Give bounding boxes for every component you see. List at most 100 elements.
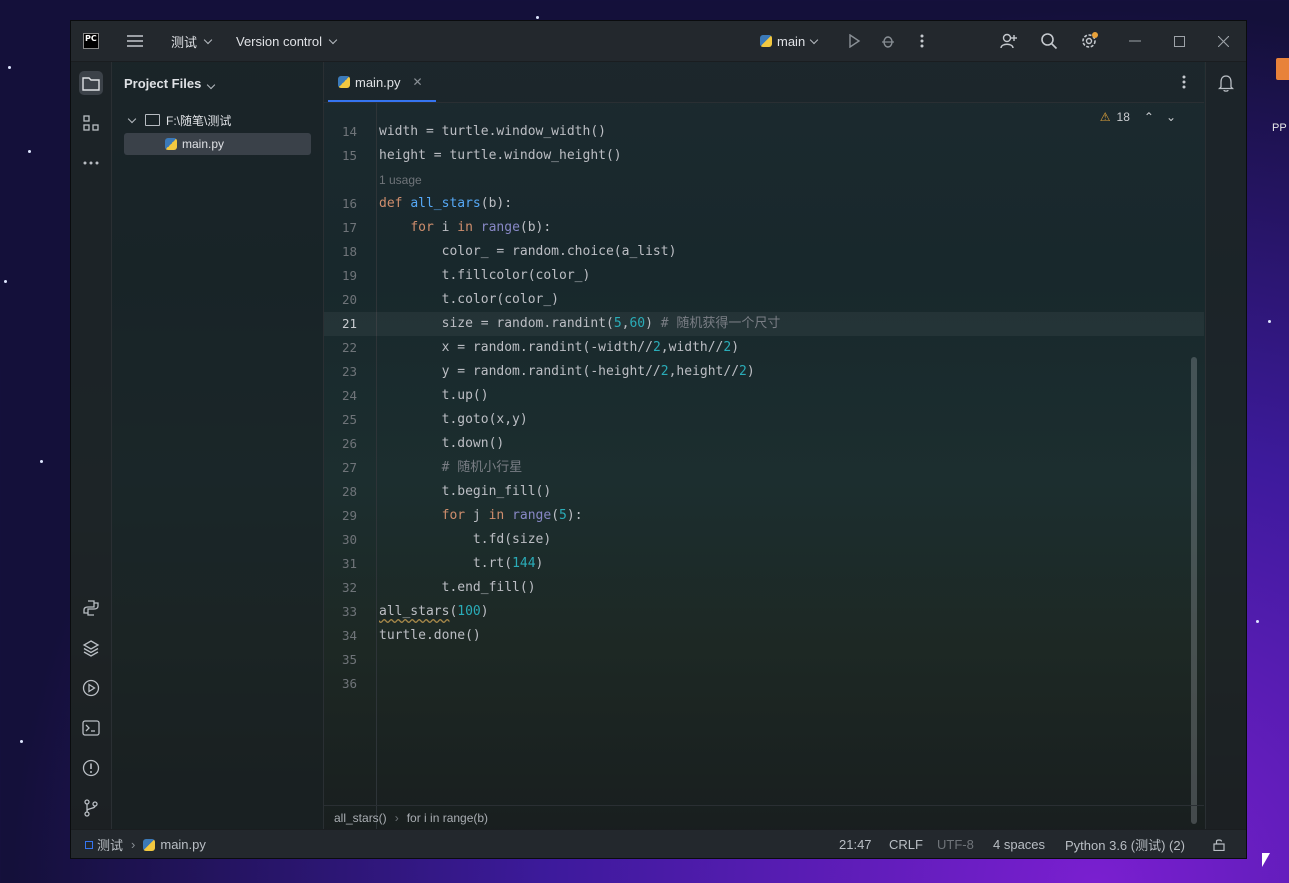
code-text: t.rt(144) — [379, 556, 544, 571]
problems-icon[interactable] — [79, 756, 103, 780]
minimize-icon[interactable] — [1123, 29, 1147, 53]
run-icon[interactable] — [842, 29, 866, 53]
indent-setting[interactable]: 4 spaces — [993, 830, 1045, 858]
breadcrumb-item[interactable]: for i in range(b) — [407, 811, 488, 825]
mouse-cursor-icon — [1262, 853, 1270, 867]
run-config-selector[interactable]: main — [760, 21, 819, 61]
code-line[interactable]: 20 t.color(color_) — [324, 288, 1204, 312]
code-line[interactable]: 36 — [324, 672, 1204, 696]
code-line[interactable]: 18 color_ = random.choice(a_list) — [324, 240, 1204, 264]
code-text: all_stars(100) — [379, 604, 489, 619]
code-line[interactable]: 15 height = turtle.window_height() — [324, 144, 1204, 168]
code-line[interactable]: 31 t.rt(144) — [324, 552, 1204, 576]
desktop-star — [536, 16, 539, 19]
code-line[interactable]: 19 t.fillcolor(color_) — [324, 264, 1204, 288]
code-line[interactable]: 21 size = random.randint(5,60) # 随机获得一个尺… — [324, 312, 1204, 336]
close-icon[interactable] — [1211, 29, 1235, 53]
code-text: t.color(color_) — [379, 292, 560, 307]
code-line[interactable]: 26 t.down() — [324, 432, 1204, 456]
close-tab-icon[interactable]: ✕ — [413, 75, 423, 89]
more-actions-icon[interactable] — [910, 29, 934, 53]
code-text: t.down() — [379, 436, 505, 451]
project-panel: Project Files F:\随笔\测试 main.py — [112, 62, 324, 829]
project-folder-icon[interactable] — [79, 71, 103, 95]
lock-icon[interactable] — [1213, 830, 1225, 858]
maximize-icon[interactable] — [1167, 29, 1191, 53]
line-separator[interactable]: CRLF — [889, 830, 923, 858]
structure-icon[interactable] — [79, 111, 103, 135]
code-line[interactable]: 35 — [324, 648, 1204, 672]
pycharm-logo-icon[interactable]: PC — [83, 33, 99, 49]
status-breadcrumb[interactable]: 测试 › main.py — [85, 830, 206, 858]
code-line[interactable]: 33 all_stars(100) — [324, 600, 1204, 624]
caret-position[interactable]: 21:47 — [839, 830, 872, 858]
python-packages-icon[interactable] — [79, 636, 103, 660]
code-line[interactable]: 27 # 随机小行星 — [324, 456, 1204, 480]
code-line[interactable]: 22 x = random.randint(-width//2,width//2… — [324, 336, 1204, 360]
terminal-icon[interactable] — [79, 716, 103, 740]
notifications-bell-icon[interactable] — [1214, 71, 1238, 95]
code-text: turtle.done() — [379, 628, 481, 643]
line-number: 28 — [341, 484, 357, 499]
breadcrumb-item[interactable]: all_stars() — [334, 811, 387, 825]
desktop-star — [1268, 320, 1271, 323]
project-panel-title[interactable]: Project Files — [124, 76, 216, 91]
line-number: 19 — [341, 268, 357, 283]
python-console-icon[interactable] — [79, 596, 103, 620]
project-switcher[interactable]: 测试 — [171, 21, 213, 61]
line-number: 31 — [341, 556, 357, 571]
code-text: y = random.randint(-height//2,height//2) — [379, 364, 755, 379]
code-line[interactable]: 29 for j in range(5): — [324, 504, 1204, 528]
code-line[interactable]: 30 t.fd(size) — [324, 528, 1204, 552]
line-number: 15 — [341, 148, 357, 163]
right-tool-bar — [1205, 62, 1246, 829]
python-interpreter[interactable]: Python 3.6 (测试) (2) — [1065, 830, 1185, 858]
line-number: 27 — [341, 460, 357, 475]
code-line[interactable]: 24 t.up() — [324, 384, 1204, 408]
editor-options-icon[interactable] — [1172, 70, 1196, 94]
code-text: t.up() — [379, 388, 489, 403]
chevron-down-icon — [809, 35, 819, 44]
code-text: for i in range(b): — [410, 220, 552, 235]
tree-root-folder-label: F:\随笔\测试 — [166, 113, 232, 128]
code-text: t.fd(size) — [379, 532, 552, 547]
file-encoding[interactable]: UTF-8 — [937, 830, 974, 858]
python-file-icon — [143, 838, 156, 851]
line-number: 25 — [341, 412, 357, 427]
chevron-down-icon — [127, 114, 137, 123]
desktop-star — [8, 66, 11, 69]
code-text: def all_stars(b): — [379, 196, 513, 211]
tree-root-folder[interactable]: F:\随笔\测试 — [124, 109, 231, 131]
git-branch-icon[interactable] — [79, 796, 103, 820]
main-menu-icon[interactable] — [127, 21, 143, 61]
code-line[interactable]: 14 width = turtle.window_width() — [324, 120, 1204, 144]
line-number: 24 — [341, 388, 357, 403]
add-user-icon[interactable] — [997, 29, 1021, 53]
code-line[interactable]: 16 def all_stars(b): — [324, 192, 1204, 216]
vcs-menu[interactable]: Version control — [236, 21, 338, 61]
code-line[interactable]: 28 t.begin_fill() — [324, 480, 1204, 504]
tree-file-item[interactable]: main.py — [165, 133, 224, 155]
editor-breadcrumb: all_stars() › for i in range(b) — [324, 805, 1204, 830]
more-tools-icon[interactable] — [79, 151, 103, 175]
code-line[interactable]: 32 t.end_fill() — [324, 576, 1204, 600]
code-line[interactable]: 34 turtle.done() — [324, 624, 1204, 648]
code-text: for j in range(5): — [441, 508, 583, 523]
debug-icon[interactable] — [876, 29, 900, 53]
code-line[interactable]: 23 y = random.randint(-height//2,height/… — [324, 360, 1204, 384]
code-line[interactable]: 17 for i in range(b): — [324, 216, 1204, 240]
status-project-label: 测试 — [97, 838, 124, 853]
desktop-star — [40, 460, 43, 463]
run-config-label: main — [777, 33, 806, 49]
line-number: 17 — [341, 220, 357, 235]
desktop-app-icon[interactable] — [1276, 58, 1289, 80]
settings-gear-icon[interactable] — [1077, 29, 1101, 53]
tab-main-py[interactable]: main.py ✕ — [334, 62, 427, 102]
line-number: 34 — [341, 628, 357, 643]
editor-scrollbar[interactable] — [1191, 357, 1197, 824]
usage-inlay-hint[interactable]: 1 usage — [379, 168, 422, 192]
python-file-icon — [165, 138, 177, 150]
code-line[interactable]: 25 t.goto(x,y) — [324, 408, 1204, 432]
search-icon[interactable] — [1037, 29, 1061, 53]
services-run-icon[interactable] — [79, 676, 103, 700]
